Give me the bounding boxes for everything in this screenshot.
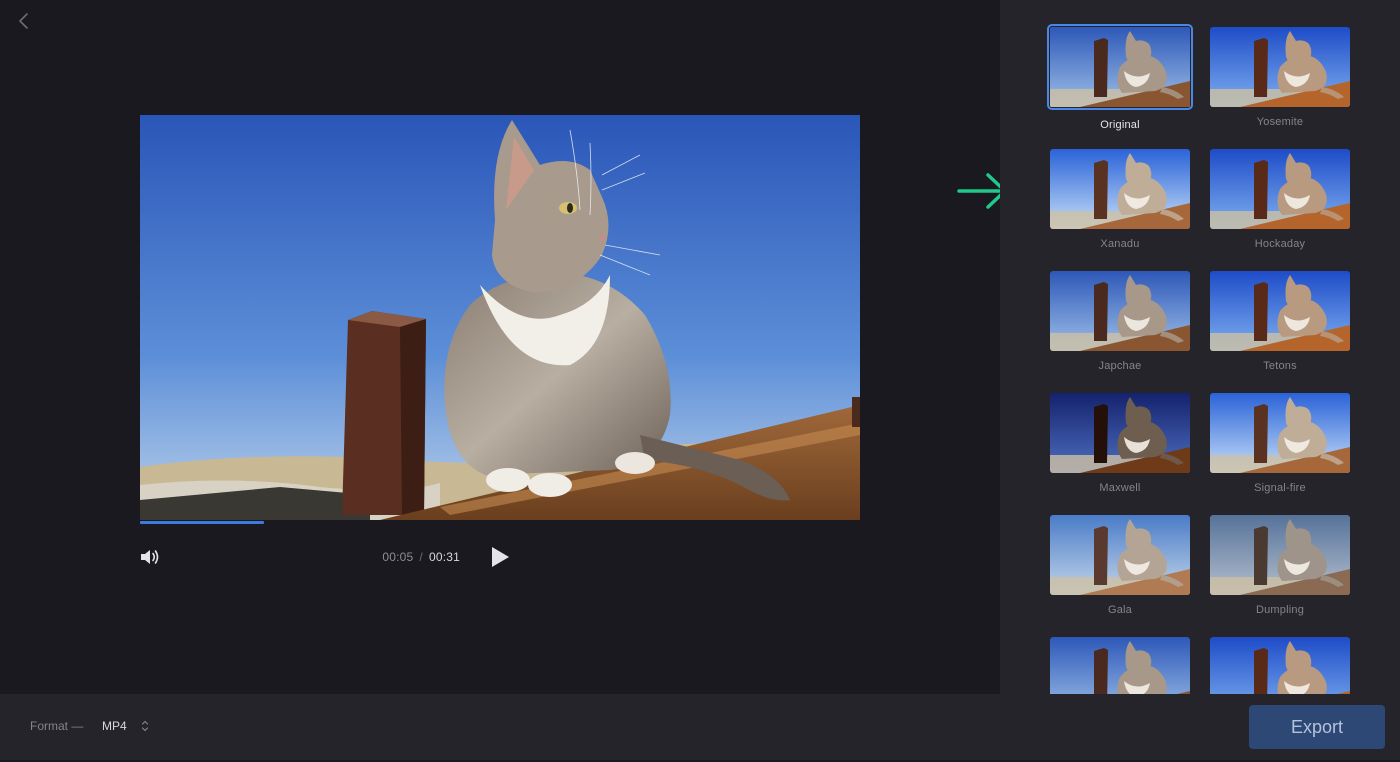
filter-label: Japchae bbox=[1098, 360, 1142, 372]
time-separator: / bbox=[419, 550, 423, 564]
filter-item[interactable]: Original bbox=[1046, 24, 1194, 131]
filter-label: Maxwell bbox=[1099, 482, 1141, 494]
progress-fill bbox=[140, 521, 264, 524]
filter-thumbnail bbox=[1050, 393, 1190, 473]
filter-thumbnail bbox=[1050, 515, 1190, 595]
filter-thumbnail bbox=[1210, 637, 1350, 694]
filter-thumbnail bbox=[1047, 24, 1193, 110]
filter-item[interactable]: Hockaday bbox=[1206, 149, 1354, 250]
filter-item[interactable]: Japchae bbox=[1046, 271, 1194, 372]
filter-label: Dumpling bbox=[1255, 604, 1305, 616]
filter-item[interactable]: Tetons bbox=[1206, 271, 1354, 372]
filter-label: Xanadu bbox=[1100, 238, 1140, 250]
time-display: 00:05 / 00:31 bbox=[382, 550, 460, 564]
filter-thumbnail bbox=[1210, 393, 1350, 473]
filter-label: Signal-fire bbox=[1254, 482, 1306, 494]
filter-thumbnail bbox=[1210, 271, 1350, 351]
filter-label: Gala bbox=[1107, 604, 1133, 616]
filter-item[interactable]: Yosemite bbox=[1206, 27, 1354, 128]
video-image bbox=[140, 115, 860, 520]
filter-thumbnail bbox=[1050, 271, 1190, 351]
filter-item[interactable]: Dumpling bbox=[1206, 515, 1354, 616]
filter-label: Original bbox=[1100, 119, 1140, 131]
filter-item[interactable]: Xanadu bbox=[1046, 149, 1194, 250]
filter-thumbnail bbox=[1050, 637, 1190, 694]
updown-chevron-icon bbox=[141, 720, 148, 732]
format-value: MP4 bbox=[102, 719, 127, 733]
player-area: 00:05 / 00:31 bbox=[0, 0, 1007, 694]
format-label: Format — bbox=[30, 719, 84, 733]
filter-item[interactable]: Signal-fire bbox=[1206, 393, 1354, 494]
filter-label: Hockaday bbox=[1254, 238, 1306, 250]
volume-icon bbox=[141, 550, 159, 564]
video-frame[interactable] bbox=[140, 115, 860, 520]
total-time: 00:31 bbox=[428, 550, 460, 564]
filter-item[interactable] bbox=[1206, 637, 1354, 694]
filter-item[interactable]: Gala bbox=[1046, 515, 1194, 616]
current-time: 00:05 bbox=[382, 550, 414, 564]
filter-label: Tetons bbox=[1263, 360, 1297, 372]
back-button[interactable] bbox=[14, 10, 34, 32]
filter-thumbnail bbox=[1210, 149, 1350, 229]
volume-button[interactable] bbox=[138, 546, 162, 568]
filter-item[interactable] bbox=[1046, 637, 1194, 694]
filter-label: Yosemite bbox=[1256, 116, 1304, 128]
play-button[interactable] bbox=[488, 545, 512, 569]
play-icon bbox=[492, 547, 509, 567]
format-select[interactable]: MP4 bbox=[102, 717, 149, 735]
filter-thumbnail bbox=[1210, 515, 1350, 595]
footer-bar: Format — MP4 Export bbox=[0, 694, 1400, 762]
filter-item[interactable]: Maxwell bbox=[1046, 393, 1194, 494]
filter-thumbnail bbox=[1050, 149, 1190, 229]
chevron-left-icon bbox=[19, 13, 28, 29]
filter-sidebar[interactable]: Original Yosemite Xanadu Hockaday Japchae Tet… bbox=[1000, 0, 1400, 694]
filter-thumbnail bbox=[1210, 27, 1350, 107]
progress-bar[interactable] bbox=[140, 521, 860, 524]
export-button[interactable]: Export bbox=[1249, 705, 1385, 749]
